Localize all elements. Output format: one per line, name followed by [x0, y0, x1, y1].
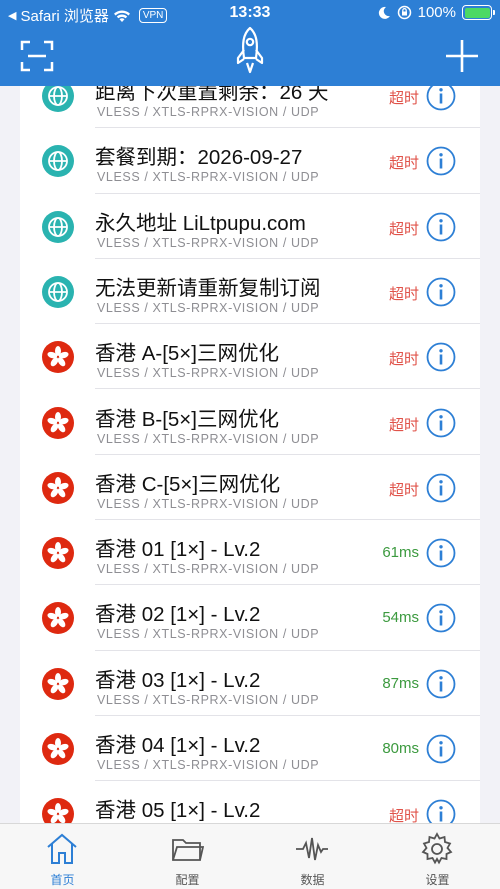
server-protocol: VLESS / XTLS-RPRX-VISION / UDP [97, 235, 320, 250]
tab-settings-label: 设置 [425, 873, 450, 887]
server-name: 香港 05 [1×] - Lv.2 [95, 799, 261, 823]
folder-icon [172, 839, 204, 861]
waveform-icon [296, 837, 328, 861]
server-protocol: VLESS / XTLS-RPRX-VISION / UDP [97, 692, 320, 707]
server-name: 香港 01 [1×] - Lv.2 [95, 538, 261, 562]
hk-flag-icon [42, 798, 74, 823]
tab-settings[interactable]: 设置 [375, 824, 500, 889]
globe-icon [42, 275, 74, 308]
hk-flag-icon [42, 602, 74, 635]
tab-data[interactable]: 数据 [250, 824, 375, 889]
server-name: 香港 02 [1×] - Lv.2 [95, 603, 261, 627]
server-protocol: VLESS / XTLS-RPRX-VISION / UDP [97, 758, 320, 772]
server-row[interactable]: 香港 C-[5×]三网优化 VLESS / XTLS-RPRX-VISION /… [20, 455, 480, 521]
server-latency: 超时 [388, 808, 419, 823]
server-protocol: VLESS / XTLS-RPRX-VISION / UDP [97, 627, 320, 642]
tab-home-label: 首页 [50, 873, 75, 887]
battery-percent: 100% [417, 4, 456, 21]
server-latency: 80ms [382, 740, 419, 757]
server-protocol: VLESS / XTLS-RPRX-VISION / UDP [97, 496, 320, 511]
server-latency: 超时 [388, 285, 419, 303]
server-latency: 54ms [382, 609, 419, 627]
info-icon[interactable] [426, 342, 456, 372]
server-name: 套餐到期：2026-09-27 [95, 146, 303, 170]
server-row[interactable]: 香港 03 [1×] - Lv.2 VLESS / XTLS-RPRX-VISI… [20, 651, 480, 716]
info-icon[interactable] [426, 277, 456, 307]
globe-icon [42, 210, 74, 243]
server-name: 香港 A-[5×]三网优化 [95, 342, 279, 366]
hk-flag-icon [42, 667, 74, 700]
server-latency: 超时 [388, 351, 419, 369]
server-row[interactable]: 距离下次重置剩余：26 天 VLESS / XTLS-RPRX-VISION /… [20, 86, 480, 129]
server-protocol: VLESS / XTLS-RPRX-VISION / UDP [97, 431, 320, 446]
info-icon[interactable] [426, 473, 456, 503]
plus-icon[interactable] [444, 38, 480, 74]
server-row[interactable]: 香港 05 [1×] - Lv.2 超时 [20, 781, 480, 823]
info-icon[interactable] [426, 669, 456, 699]
server-name: 无法更新请重新复制订阅 [95, 276, 321, 300]
info-icon[interactable] [426, 212, 456, 242]
server-latency: 超时 [388, 220, 419, 238]
tab-data-label: 数据 [300, 873, 325, 887]
server-latency: 61ms [382, 544, 419, 562]
server-protocol: VLESS / XTLS-RPRX-VISION / UDP [97, 105, 320, 119]
info-icon[interactable] [426, 734, 456, 764]
globe-icon [42, 86, 74, 112]
gear-icon [421, 832, 453, 865]
status-bar: ◀ Safari 浏览器 VPN 13:33 100% [0, 0, 500, 28]
orientation-lock-icon [397, 5, 411, 20]
hk-flag-icon [42, 406, 74, 439]
server-row[interactable]: 香港 02 [1×] - Lv.2 VLESS / XTLS-RPRX-VISI… [20, 585, 480, 651]
tab-bar: 首页 配置 数据 设置 [0, 823, 500, 889]
server-latency: 超时 [388, 90, 419, 107]
server-name: 距离下次重置剩余：26 天 [95, 86, 329, 104]
rocket-icon [236, 26, 264, 74]
hk-flag-icon [42, 341, 74, 374]
app-header: ◀ Safari 浏览器 VPN 13:33 100% [0, 0, 500, 86]
server-protocol: VLESS / XTLS-RPRX-VISION / UDP [97, 170, 320, 185]
server-row[interactable]: 永久地址 LiLtpupu.com VLESS / XTLS-RPRX-VISI… [20, 194, 480, 259]
server-name: 香港 C-[5×]三网优化 [95, 472, 281, 496]
server-protocol: VLESS / XTLS-RPRX-VISION / UDP [97, 366, 320, 381]
tab-home[interactable]: 首页 [0, 824, 125, 889]
server-latency: 超时 [388, 155, 419, 173]
tab-config[interactable]: 配置 [125, 824, 250, 889]
hk-flag-icon [42, 471, 74, 504]
scan-icon[interactable] [20, 40, 54, 72]
server-row[interactable]: 香港 04 [1×] - Lv.2 VLESS / XTLS-RPRX-VISI… [20, 716, 480, 782]
info-icon[interactable] [426, 799, 456, 823]
server-name: 香港 03 [1×] - Lv.2 [95, 668, 261, 692]
hk-flag-icon [42, 537, 74, 570]
server-row[interactable]: 香港 01 [1×] - Lv.2 VLESS / XTLS-RPRX-VISI… [20, 520, 480, 586]
globe-icon [42, 145, 74, 178]
server-latency: 超时 [388, 481, 419, 499]
info-icon[interactable] [426, 86, 456, 111]
server-row[interactable]: 香港 A-[5×]三网优化 VLESS / XTLS-RPRX-VISION /… [20, 324, 480, 390]
server-latency: 超时 [388, 416, 419, 434]
info-icon[interactable] [426, 146, 456, 176]
info-icon[interactable] [426, 538, 456, 568]
hk-flag-icon [42, 733, 74, 765]
moon-icon [378, 6, 390, 19]
server-protocol: VLESS / XTLS-RPRX-VISION / UDP [97, 300, 320, 315]
info-icon[interactable] [426, 603, 456, 633]
server-protocol: VLESS / XTLS-RPRX-VISION / UDP [97, 562, 320, 577]
battery-icon [462, 5, 495, 20]
info-icon[interactable] [426, 408, 456, 438]
home-icon [47, 833, 77, 864]
server-name: 永久地址 LiLtpupu.com [95, 211, 306, 235]
server-list: 距离下次重置剩余：26 天 VLESS / XTLS-RPRX-VISION /… [20, 86, 480, 823]
server-row[interactable]: 无法更新请重新复制订阅 VLESS / XTLS-RPRX-VISION / U… [20, 259, 480, 325]
server-row[interactable]: 套餐到期：2026-09-27 VLESS / XTLS-RPRX-VISION… [20, 128, 480, 194]
tab-config-label: 配置 [175, 873, 200, 887]
server-latency: 87ms [382, 674, 419, 692]
server-name: 香港 04 [1×] - Lv.2 [95, 734, 261, 757]
server-name: 香港 B-[5×]三网优化 [95, 407, 279, 431]
server-row[interactable]: 香港 B-[5×]三网优化 VLESS / XTLS-RPRX-VISION /… [20, 390, 480, 455]
status-right: 100% [377, 4, 495, 21]
